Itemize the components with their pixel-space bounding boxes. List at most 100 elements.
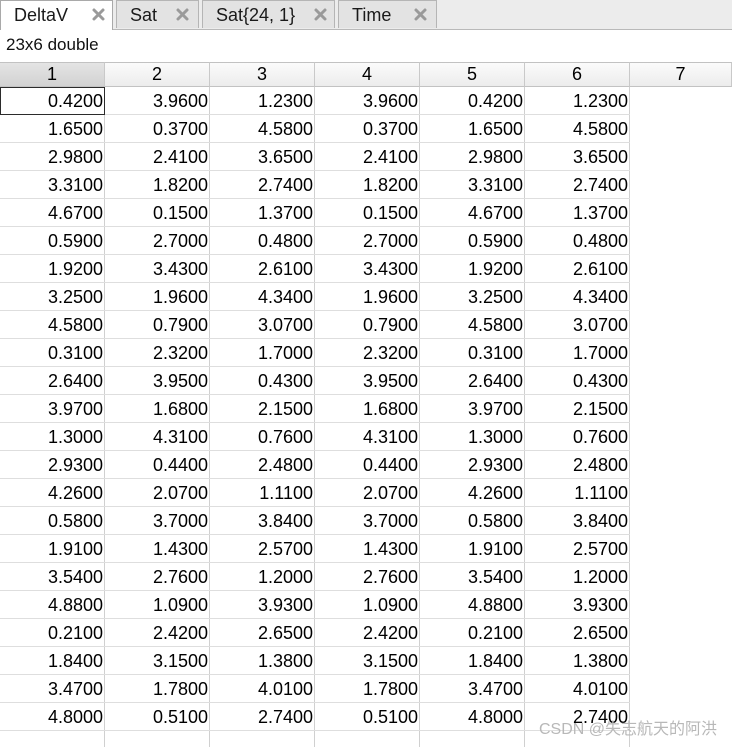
table-cell[interactable]: 2.7600 <box>105 563 210 591</box>
table-cell[interactable]: 1.9200 <box>420 255 525 283</box>
close-icon[interactable] <box>412 6 429 23</box>
table-cell[interactable]: 1.4300 <box>315 535 420 563</box>
table-cell[interactable]: 1.4300 <box>105 535 210 563</box>
table-cell[interactable]: 2.7600 <box>315 563 420 591</box>
table-cell[interactable]: 1.6800 <box>105 395 210 423</box>
table-cell[interactable]: 1.7800 <box>315 675 420 703</box>
table-cell[interactable]: 1.3700 <box>525 199 630 227</box>
table-cell[interactable]: 0.2100 <box>0 619 105 647</box>
tab-1[interactable]: DeltaV <box>0 0 113 30</box>
table-cell[interactable]: 1.2000 <box>210 563 315 591</box>
table-cell[interactable]: 1.6500 <box>0 115 105 143</box>
table-cell[interactable]: 1.3700 <box>210 199 315 227</box>
table-cell[interactable]: 4.5800 <box>525 115 630 143</box>
table-cell[interactable]: 3.9300 <box>525 591 630 619</box>
table-cell[interactable]: 3.4300 <box>315 255 420 283</box>
table-cell[interactable]: 2.4100 <box>105 143 210 171</box>
table-cell[interactable]: 0.5900 <box>0 227 105 255</box>
table-cell[interactable]: 1.9100 <box>420 535 525 563</box>
table-cell[interactable]: 0.5100 <box>315 703 420 731</box>
column-header-6[interactable]: 6 <box>525 62 630 87</box>
table-cell[interactable]: 2.6100 <box>210 255 315 283</box>
table-cell[interactable]: 0.4400 <box>105 451 210 479</box>
table-cell[interactable]: 0.4200 <box>420 87 525 115</box>
table-cell[interactable]: 0.7600 <box>525 423 630 451</box>
table-cell[interactable]: 3.9600 <box>105 87 210 115</box>
table-cell[interactable]: 3.8400 <box>210 507 315 535</box>
table-cell[interactable]: 3.8400 <box>525 507 630 535</box>
column-header-5[interactable]: 5 <box>420 62 525 87</box>
table-cell[interactable]: 3.4300 <box>105 255 210 283</box>
table-cell[interactable]: 0.4800 <box>210 227 315 255</box>
table-cell[interactable]: 2.3200 <box>315 339 420 367</box>
table-cell[interactable]: 4.0100 <box>210 675 315 703</box>
close-icon[interactable] <box>312 6 329 23</box>
table-cell[interactable]: 0.4300 <box>210 367 315 395</box>
table-cell[interactable]: 1.1100 <box>210 479 315 507</box>
table-cell[interactable]: 0.5900 <box>420 227 525 255</box>
table-cell[interactable]: 3.6500 <box>210 143 315 171</box>
table-cell[interactable]: 2.6400 <box>420 367 525 395</box>
table-cell[interactable]: 1.9600 <box>105 283 210 311</box>
table-cell[interactable]: 0.3700 <box>315 115 420 143</box>
table-cell[interactable]: 3.3100 <box>420 171 525 199</box>
table-cell[interactable]: 1.2300 <box>210 87 315 115</box>
table-cell[interactable]: 1.7800 <box>105 675 210 703</box>
table-cell[interactable]: 4.2600 <box>0 479 105 507</box>
table-cell[interactable]: 3.1500 <box>105 647 210 675</box>
table-cell[interactable]: 0.5800 <box>420 507 525 535</box>
table-cell[interactable]: 1.8400 <box>420 647 525 675</box>
table-cell[interactable]: 2.4800 <box>210 451 315 479</box>
column-header-7[interactable]: 7 <box>630 62 732 87</box>
table-cell[interactable]: 2.7400 <box>525 171 630 199</box>
table-cell[interactable]: 2.5700 <box>210 535 315 563</box>
table-cell[interactable]: 2.4800 <box>525 451 630 479</box>
column-header-3[interactable]: 3 <box>210 62 315 87</box>
table-cell[interactable]: 2.6500 <box>525 619 630 647</box>
table-cell[interactable]: 1.6800 <box>315 395 420 423</box>
table-cell[interactable]: 2.9300 <box>0 451 105 479</box>
table-cell[interactable]: 4.3400 <box>525 283 630 311</box>
table-cell[interactable]: 4.5800 <box>420 311 525 339</box>
tab-2[interactable]: Sat <box>116 0 199 28</box>
table-cell[interactable]: 3.0700 <box>210 311 315 339</box>
column-header-1[interactable]: 1 <box>0 62 105 87</box>
table-cell[interactable]: 3.9600 <box>315 87 420 115</box>
close-icon[interactable] <box>174 6 191 23</box>
table-cell[interactable]: 2.9300 <box>420 451 525 479</box>
table-cell[interactable]: 4.8000 <box>0 703 105 731</box>
table-cell[interactable]: 3.4700 <box>420 675 525 703</box>
table-cell[interactable]: 2.4200 <box>105 619 210 647</box>
table-cell[interactable]: 2.9800 <box>420 143 525 171</box>
table-cell[interactable]: 2.1500 <box>210 395 315 423</box>
table-cell[interactable]: 4.3400 <box>210 283 315 311</box>
table-cell[interactable]: 2.4100 <box>315 143 420 171</box>
table-cell[interactable]: 4.5800 <box>210 115 315 143</box>
table-cell[interactable]: 3.2500 <box>0 283 105 311</box>
table-cell[interactable]: 3.9700 <box>420 395 525 423</box>
table-cell[interactable]: 0.5100 <box>105 703 210 731</box>
table-cell[interactable]: 1.2000 <box>525 563 630 591</box>
table-cell[interactable]: 3.7000 <box>105 507 210 535</box>
table-cell[interactable]: 1.9200 <box>0 255 105 283</box>
table-cell[interactable]: 0.1500 <box>105 199 210 227</box>
table-cell[interactable]: 3.9500 <box>315 367 420 395</box>
table-cell[interactable]: 2.0700 <box>315 479 420 507</box>
table-cell[interactable]: 1.8400 <box>0 647 105 675</box>
table-cell[interactable]: 2.3200 <box>105 339 210 367</box>
table-cell[interactable]: 2.5700 <box>525 535 630 563</box>
table-cell[interactable]: 0.1500 <box>315 199 420 227</box>
table-cell[interactable]: 3.4700 <box>0 675 105 703</box>
table-cell[interactable]: 3.5400 <box>420 563 525 591</box>
table-cell[interactable]: 1.9600 <box>315 283 420 311</box>
table-cell[interactable]: 1.7000 <box>525 339 630 367</box>
table-cell[interactable]: 2.0700 <box>105 479 210 507</box>
table-cell[interactable]: 2.1500 <box>525 395 630 423</box>
table-cell[interactable]: 0.7600 <box>210 423 315 451</box>
table-cell[interactable]: 4.3100 <box>315 423 420 451</box>
table-cell[interactable]: 0.4800 <box>525 227 630 255</box>
table-cell[interactable]: 0.4300 <box>525 367 630 395</box>
variable-editor-grid[interactable]: 1234567 0.4200 3.9600 1.2300 3.9600 0.4200 1.… <box>0 62 732 747</box>
table-cell[interactable]: 1.2300 <box>525 87 630 115</box>
table-cell[interactable]: 0.3700 <box>105 115 210 143</box>
